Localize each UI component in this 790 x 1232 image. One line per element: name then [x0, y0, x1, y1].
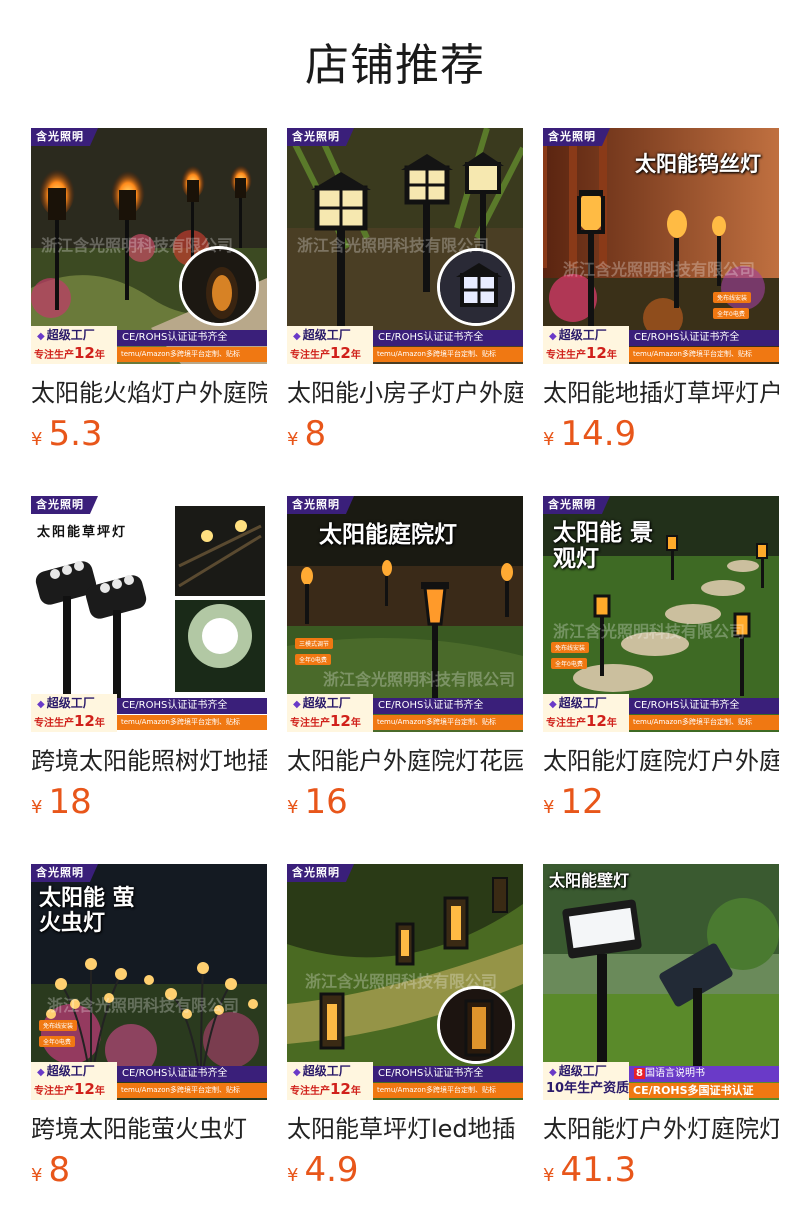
product-image[interactable]: 太阳能草坪灯 含光照明 ◆ 超级工厂 专注生产12年 CE/ROHS认证证书齐全 …: [31, 496, 267, 732]
brand-badge: 含光照明: [287, 496, 354, 514]
watermark: 浙江含光照明科技有限公司: [47, 996, 240, 1015]
brand-badge: 含光照明: [543, 128, 610, 146]
product-price: ¥14.9: [543, 414, 637, 454]
factory-ribbon: ◆ 超级工厂 专注生产12年 CE/ROHS认证证书齐全 temu/Amazon多…: [287, 694, 523, 732]
feature-tag: 全年0电费: [295, 654, 331, 665]
feature-tags: 免布线安装 全年0电费: [39, 1020, 78, 1052]
factory-ribbon: ◆ 超级工厂 专注生产12年 CE/ROHS认证证书齐全 temu/Amazon多…: [287, 1062, 523, 1100]
product-image[interactable]: 太阳能 景观灯 免布线安装 全年0电费 浙江含光照明科技有限公司 含光照明 ◆ 超…: [543, 496, 779, 732]
product-name[interactable]: 太阳能灯庭院灯户外庭: [543, 744, 779, 778]
product-name[interactable]: 太阳能火焰灯户外庭院: [31, 376, 267, 410]
watermark: 浙江含光照明科技有限公司: [41, 236, 234, 255]
product-price: ¥18: [31, 782, 92, 822]
product-price: ¥12: [543, 782, 604, 822]
product-card[interactable]: 太阳能壁灯 ◆ 超级工厂 10年生产资质 8 国语言说明书 CE/ROHS多国证书认…: [543, 864, 779, 1194]
brand-badge: 含光照明: [543, 496, 610, 514]
watermark: 浙江含光照明科技有限公司: [305, 972, 498, 991]
product-card[interactable]: 太阳能钨丝灯 免布线安装 全年0电费 浙江含光照明科技有限公司 含光照明 ◆ 超级…: [543, 128, 779, 458]
product-image[interactable]: 太阳能壁灯 ◆ 超级工厂 10年生产资质 8 国语言说明书 CE/ROHS多国证书认…: [543, 864, 779, 1100]
product-image[interactable]: 浙江含光照明科技有限公司 含光照明 ◆ 超级工厂 专注生产12年 CE/ROHS认…: [287, 864, 523, 1100]
diamond-icon: ◆: [37, 1067, 45, 1078]
watermark: 浙江含光照明科技有限公司: [297, 236, 490, 255]
feature-tag: 三模式调节: [295, 638, 334, 649]
product-card[interactable]: 太阳能庭院灯 三模式调节 全年0电费 浙江含光照明科技有限公司 含光照明 ◆ 超级…: [287, 496, 523, 826]
detail-inset: [437, 986, 515, 1064]
diamond-icon: ◆: [293, 699, 301, 710]
detail-inset: [179, 246, 259, 326]
watermark: 浙江含光照明科技有限公司: [563, 260, 756, 279]
product-name[interactable]: 太阳能小房子灯户外庭院: [287, 376, 523, 410]
feature-tag: 免布线安装: [39, 1020, 78, 1031]
factory-ribbon: ◆ 超级工厂 专注生产12年 CE/ROHS认证证书齐全 temu/Amazon多…: [31, 326, 267, 364]
store-recommendation-page: 店铺推荐 浙江含光照明科技有限公司 含光照明 ◆ 超级工厂 专注生产12年 CE…: [0, 0, 790, 1232]
product-image[interactable]: 太阳能 萤火虫灯 免布线安装 全年0电费 浙江含光照明科技有限公司 含光照明 ◆…: [31, 864, 267, 1100]
product-card[interactable]: 太阳能草坪灯 含光照明 ◆ 超级工厂 专注生产12年 CE/ROHS认证证书齐全 …: [31, 496, 267, 826]
product-price: ¥41.3: [543, 1150, 637, 1190]
product-image[interactable]: 浙江含光照明科技有限公司 含光照明 ◆ 超级工厂 专注生产12年 CE/ROHS认…: [31, 128, 267, 364]
product-price: ¥8: [287, 414, 327, 454]
watermark: 浙江含光照明科技有限公司: [553, 622, 746, 641]
brand-badge: 含光照明: [31, 128, 98, 146]
diamond-icon: ◆: [293, 331, 301, 342]
feature-tag: 免布线安装: [551, 642, 590, 653]
feature-tags: 免布线安装 全年0电费: [551, 642, 590, 674]
product-name[interactable]: 太阳能户外庭院灯花园: [287, 744, 523, 778]
product-name[interactable]: 太阳能草坪灯led地插: [287, 1112, 523, 1146]
feature-tag: 全年0电费: [551, 658, 587, 669]
product-price: ¥16: [287, 782, 348, 822]
detail-inset: [437, 248, 515, 326]
factory-ribbon: ◆ 超级工厂 专注生产12年 CE/ROHS认证证书齐全 temu/Amazon多…: [543, 694, 779, 732]
product-card[interactable]: 浙江含光照明科技有限公司 含光照明 ◆ 超级工厂 专注生产12年 CE/ROHS认…: [287, 864, 523, 1194]
diamond-icon: ◆: [293, 1067, 301, 1078]
factory-ribbon: ◆ 超级工厂 专注生产12年 CE/ROHS认证证书齐全 temu/Amazon多…: [31, 694, 267, 732]
product-name[interactable]: 跨境太阳能照树灯地插: [31, 744, 267, 778]
diamond-icon: ◆: [37, 331, 45, 342]
overlay-title: 太阳能草坪灯: [37, 525, 128, 540]
product-card[interactable]: 太阳能 景观灯 免布线安装 全年0电费 浙江含光照明科技有限公司 含光照明 ◆ 超…: [543, 496, 779, 826]
overlay-title: 太阳能庭院灯: [319, 522, 457, 548]
overlay-title: 太阳能钨丝灯: [635, 152, 761, 176]
product-card[interactable]: 太阳能 萤火虫灯 免布线安装 全年0电费 浙江含光照明科技有限公司 含光照明 ◆…: [31, 864, 267, 1194]
overlay-title: 太阳能 景观灯: [553, 520, 654, 573]
feature-tag: 全年0电费: [713, 308, 749, 319]
diamond-icon: ◆: [37, 699, 45, 710]
brand-badge: 含光照明: [31, 864, 98, 882]
product-card[interactable]: 浙江含光照明科技有限公司 含光照明 ◆ 超级工厂 专注生产12年 CE/ROHS认…: [287, 128, 523, 458]
brand-badge: 含光照明: [287, 864, 354, 882]
factory-ribbon: ◆ 超级工厂 专注生产12年 CE/ROHS认证证书齐全 temu/Amazon多…: [31, 1062, 267, 1100]
overlay-title: 太阳能 萤火虫灯: [39, 886, 135, 937]
product-image[interactable]: 太阳能庭院灯 三模式调节 全年0电费 浙江含光照明科技有限公司 含光照明 ◆ 超级…: [287, 496, 523, 732]
product-card[interactable]: 浙江含光照明科技有限公司 含光照明 ◆ 超级工厂 专注生产12年 CE/ROHS认…: [31, 128, 267, 458]
factory-ribbon: ◆ 超级工厂 专注生产12年 CE/ROHS认证证书齐全 temu/Amazon多…: [543, 326, 779, 364]
factory-ribbon: ◆ 超级工厂 专注生产12年 CE/ROHS认证证书齐全 temu/Amazon多…: [287, 326, 523, 364]
diamond-icon: ◆: [549, 1067, 557, 1078]
overlay-title: 太阳能壁灯: [549, 871, 630, 890]
product-name[interactable]: 太阳能地插灯草坪灯户: [543, 376, 779, 410]
watermark: 浙江含光照明科技有限公司: [323, 670, 516, 689]
diamond-icon: ◆: [549, 331, 557, 342]
brand-badge: 含光照明: [287, 128, 354, 146]
feature-tag: 全年0电费: [39, 1036, 75, 1047]
product-name[interactable]: 太阳能灯户外灯庭院灯: [543, 1112, 779, 1146]
product-price: ¥8: [31, 1150, 71, 1190]
feature-tag: 免布线安装: [713, 292, 752, 303]
product-name[interactable]: 跨境太阳能萤火虫灯: [31, 1112, 267, 1146]
product-price: ¥4.9: [287, 1150, 359, 1190]
factory-ribbon: ◆ 超级工厂 10年生产资质 8 国语言说明书 CE/ROHS多国证书认证: [543, 1062, 779, 1100]
product-price: ¥5.3: [31, 414, 103, 454]
page-title: 店铺推荐: [305, 40, 485, 91]
brand-badge: 含光照明: [31, 496, 98, 514]
product-image[interactable]: 浙江含光照明科技有限公司 含光照明 ◆ 超级工厂 专注生产12年 CE/ROHS认…: [287, 128, 523, 364]
product-image[interactable]: 太阳能钨丝灯 免布线安装 全年0电费 浙江含光照明科技有限公司 含光照明 ◆ 超级…: [543, 128, 779, 364]
feature-tags: 免布线安装 全年0电费: [713, 292, 752, 324]
diamond-icon: ◆: [549, 699, 557, 710]
